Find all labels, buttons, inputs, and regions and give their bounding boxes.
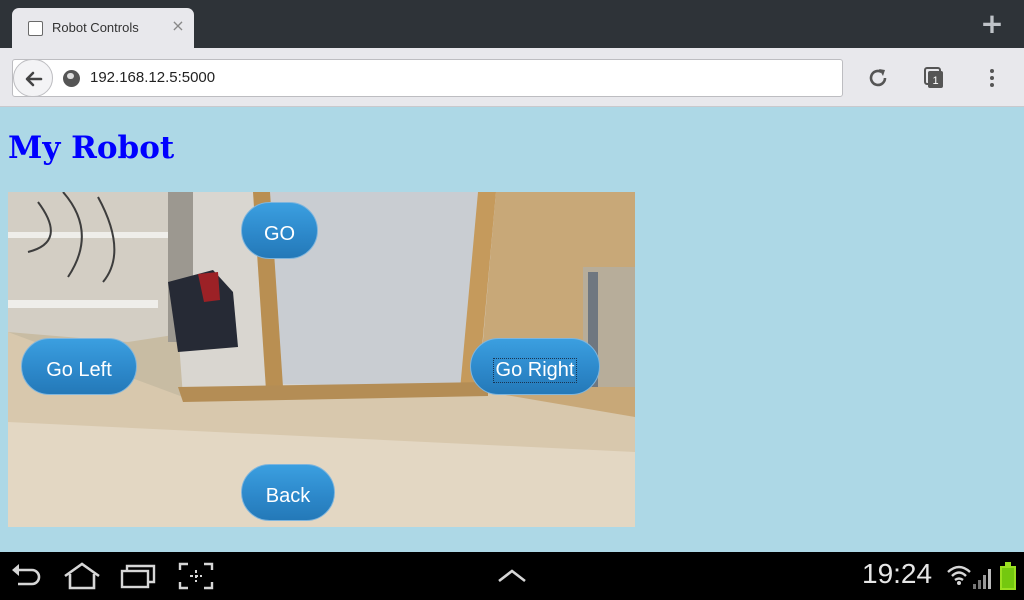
system-back-icon[interactable]	[10, 562, 44, 590]
recent-apps-icon[interactable]	[120, 562, 158, 590]
reload-icon[interactable]	[866, 66, 890, 90]
browser-tab-strip: Robot Controls × +	[0, 0, 1024, 48]
overflow-menu-icon[interactable]	[980, 66, 1004, 90]
status-clock: 19:24	[862, 558, 933, 589]
tab-title: Robot Controls	[52, 20, 139, 35]
tab-count: 1	[932, 75, 938, 87]
go-right-label: Go Right	[492, 358, 578, 383]
go-forward-label: GO	[263, 223, 296, 245]
browser-tab[interactable]: Robot Controls ×	[12, 8, 194, 48]
browser-toolbar: 192.168.12.5:5000 1	[0, 48, 1024, 107]
go-right-button[interactable]: Go Right	[470, 338, 600, 395]
screenshot-icon[interactable]	[178, 562, 214, 590]
page-content: My Robot GO Go Left Go Right Back	[0, 108, 1024, 552]
home-icon[interactable]	[62, 562, 102, 590]
system-navigation-bar: 19:24	[0, 552, 1024, 600]
back-control-label: Back	[265, 485, 311, 507]
camera-feed: GO Go Left Go Right Back	[8, 192, 635, 527]
go-left-label: Go Left	[46, 359, 112, 381]
tab-switcher-icon[interactable]: 1	[922, 66, 946, 90]
chevron-up-icon[interactable]	[496, 566, 528, 584]
page-title: My Robot	[8, 130, 175, 166]
address-bar[interactable]: 192.168.12.5:5000	[12, 59, 843, 97]
back-arrow-icon	[25, 71, 43, 87]
back-button[interactable]	[13, 59, 53, 97]
globe-icon	[63, 70, 80, 87]
go-forward-button[interactable]: GO	[241, 202, 318, 259]
url-text[interactable]: 192.168.12.5:5000	[90, 69, 215, 86]
back-control-button[interactable]: Back	[241, 464, 335, 521]
signal-icon	[973, 569, 991, 589]
new-tab-icon[interactable]: +	[978, 9, 1006, 39]
tab-close-icon[interactable]: ×	[170, 17, 186, 35]
go-left-button[interactable]: Go Left	[21, 338, 137, 395]
wifi-icon	[947, 565, 971, 585]
battery-icon	[1000, 562, 1016, 590]
page-favicon-icon	[28, 21, 43, 36]
